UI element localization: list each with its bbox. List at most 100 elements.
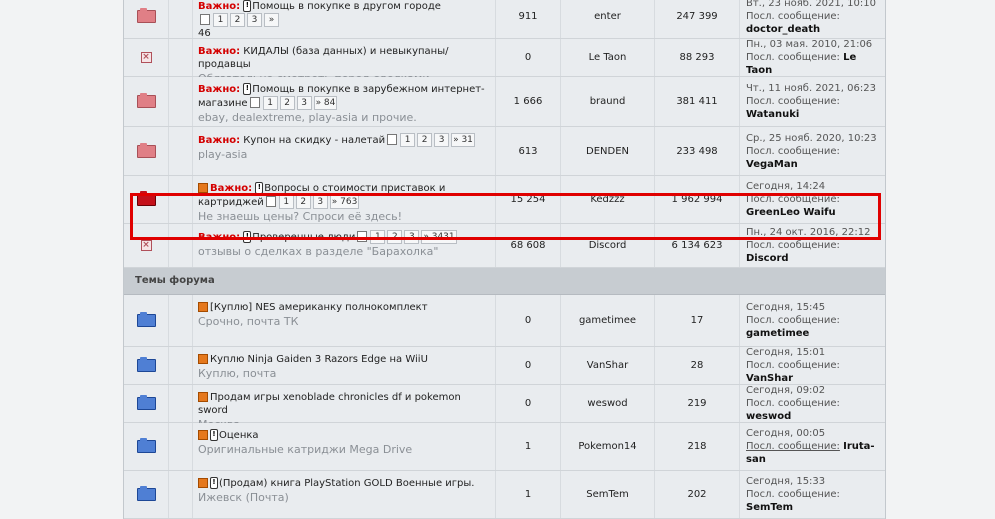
author-name[interactable]: Kedzzz: [590, 194, 624, 205]
page-link[interactable]: 3: [296, 96, 312, 110]
new-posts-icon[interactable]: [198, 430, 208, 440]
author-name[interactable]: weswod: [587, 398, 627, 409]
author-name[interactable]: Pokemon14: [578, 441, 636, 452]
topic-author[interactable]: DENDEN: [560, 127, 654, 175]
views-count: 88 293: [654, 39, 739, 76]
views-count: 28: [654, 347, 739, 384]
views-count: 381 411: [654, 77, 739, 126]
last-post-date: Пн., 24 окт. 2016, 22:12: [746, 227, 871, 238]
last-post-line: Посл. сообщение:: [746, 314, 880, 327]
topic-description: ebay, dealextreme, play-asia и прочие.: [198, 111, 417, 124]
last-post-cell: Вт., 23 нояб. 2021, 10:10 Посл. сообщение…: [739, 0, 885, 38]
topic-author[interactable]: enter: [560, 0, 654, 38]
last-post-user[interactable]: Discord: [746, 253, 789, 264]
last-post-user[interactable]: gametimee: [746, 328, 809, 339]
page-link[interactable]: » 763: [329, 195, 360, 209]
views-count: 17: [654, 295, 739, 346]
author-name[interactable]: VanShar: [587, 360, 628, 371]
last-post-date: Вт., 23 нояб. 2021, 10:10: [746, 0, 876, 9]
row-row: Важно: ! Помощь в покупке в другом городе…: [124, 0, 885, 54]
topic-title-link[interactable]: [Куплю] NES американку полнокомплект: [210, 302, 428, 313]
last-post-line: Посл. сообщение: Iruta-san: [746, 440, 880, 466]
last-post-line: Посл. сообщение: weswod: [746, 397, 880, 423]
topic-title-link[interactable]: Продам игры xenoblade chronicles df и po…: [198, 392, 461, 416]
topic-title-line: Важно: ! Помощь в покупке в другом городе…: [198, 0, 490, 27]
topic-title-link[interactable]: Помощь в покупке в зарубежном интернет-м…: [198, 84, 485, 109]
last-post-user[interactable]: SemTem: [746, 502, 793, 513]
new-posts-icon[interactable]: [198, 183, 208, 193]
page-link[interactable]: »: [264, 13, 279, 27]
topic-description: Ижевск (Почта): [198, 491, 289, 504]
replies-count: 0: [495, 385, 560, 422]
topic-row: ! Оценка Оригинальные катриджи Mega Drive 1…: [124, 423, 885, 471]
topic-title-cell: Важно: Купон на скидку - налетай 1 2 3» 31 p…: [192, 127, 495, 175]
page-link[interactable]: 1: [278, 195, 294, 209]
topic-author[interactable]: Le Taon: [560, 39, 654, 76]
topic-author[interactable]: Pokemon14: [560, 423, 654, 470]
topic-author[interactable]: VanShar: [560, 347, 654, 384]
topic-author[interactable]: gametimee: [560, 295, 654, 346]
topic-author[interactable]: braund: [560, 77, 654, 126]
page-link[interactable]: » 31: [451, 133, 475, 147]
page-link[interactable]: 2: [230, 13, 245, 27]
author-name[interactable]: SemTem: [586, 489, 629, 500]
attachment-icon: !: [210, 477, 218, 489]
page-link[interactable]: 3: [434, 133, 450, 147]
topic-status-cell: [124, 77, 168, 126]
last-post-user[interactable]: weswod: [746, 411, 791, 422]
page-link[interactable]: » 3431: [421, 230, 457, 244]
replies-count: 1: [495, 423, 560, 470]
new-posts-icon[interactable]: [198, 354, 208, 364]
topic-author[interactable]: Kedzzz: [560, 176, 654, 223]
topic-title-link[interactable]: Помощь в покупке в другом городе: [252, 1, 441, 12]
last-post-label: Посл. сообщение:: [746, 194, 840, 205]
page-link[interactable]: 1: [370, 230, 386, 244]
new-posts-icon[interactable]: [198, 392, 208, 402]
topic-folder-icon: [136, 438, 156, 453]
last-post-user[interactable]: doctor_death: [746, 24, 820, 35]
page-link[interactable]: 3: [404, 230, 420, 244]
topic-author[interactable]: weswod: [560, 385, 654, 422]
topic-title-link[interactable]: Купон на скидку - налетай: [243, 135, 385, 146]
page-link[interactable]: 3: [247, 13, 262, 27]
page-link[interactable]: 2: [417, 133, 433, 147]
replies-count: 1 666: [495, 77, 560, 126]
views-count: 1 962 994: [654, 176, 739, 223]
author-name[interactable]: gametimee: [579, 315, 636, 326]
page-link[interactable]: 46: [198, 28, 211, 39]
topic-status-cell: [124, 127, 168, 175]
topic-icon-cell: [168, 347, 192, 384]
last-post-user-line: GreenLeo Waifu: [746, 206, 880, 219]
author-name[interactable]: enter: [594, 11, 621, 22]
page-link[interactable]: 1: [262, 96, 278, 110]
new-posts-icon[interactable]: [198, 478, 208, 488]
last-post-cell: Сегодня, 15:01 Посл. сообщение: VanShar: [739, 347, 885, 384]
author-name[interactable]: braund: [590, 96, 626, 107]
author-name[interactable]: DENDEN: [586, 146, 629, 157]
page-link[interactable]: » 84: [313, 96, 338, 110]
page-link[interactable]: 2: [387, 230, 403, 244]
last-post-label: Посл. сообщение:: [746, 360, 840, 371]
pagination: 1 2 3»: [198, 13, 280, 27]
last-post-cell: Пн., 24 окт. 2016, 22:12 Посл. сообщение:…: [739, 224, 885, 267]
topic-author[interactable]: Discord: [560, 224, 654, 267]
last-post-user[interactable]: VegaMan: [746, 159, 798, 170]
topic-title-link[interactable]: (Продам) книга PlayStation GOLD Военные …: [219, 478, 474, 489]
last-post-user-line: Watanuki: [746, 108, 880, 121]
important-label: Важно:: [198, 84, 241, 95]
last-post-user[interactable]: GreenLeo Waifu: [746, 207, 836, 218]
topic-title-link[interactable]: Оценка: [219, 430, 259, 441]
new-posts-icon[interactable]: [198, 302, 208, 312]
page-link[interactable]: 1: [400, 133, 416, 147]
page-link[interactable]: 2: [295, 195, 311, 209]
author-name[interactable]: Discord: [589, 240, 627, 251]
last-post-user[interactable]: Watanuki: [746, 109, 799, 120]
author-name[interactable]: Le Taon: [589, 52, 627, 63]
page-link[interactable]: 3: [312, 195, 328, 209]
topic-title-link[interactable]: Куплю Ninja Gaiden 3 Razors Edge на WiiU: [210, 354, 428, 365]
topic-title-link[interactable]: Проверенные люди: [252, 232, 355, 243]
last-post-user[interactable]: VanShar: [746, 373, 793, 384]
page-link[interactable]: 1: [213, 13, 228, 27]
page-link[interactable]: 2: [279, 96, 295, 110]
last-post-line: Посл. сообщение: SemTem: [746, 488, 880, 514]
